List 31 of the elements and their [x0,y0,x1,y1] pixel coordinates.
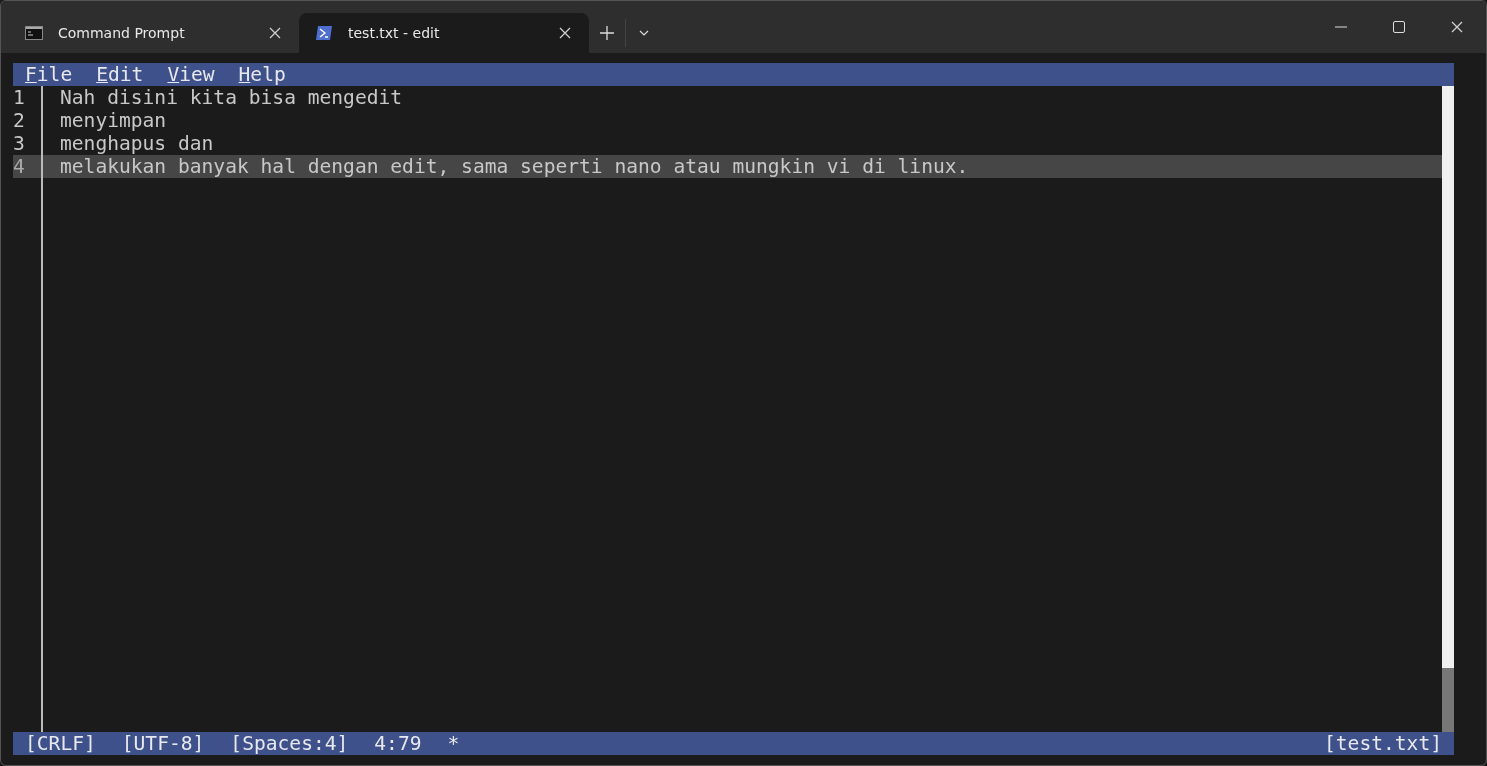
maximize-icon [1393,21,1405,33]
menu-item[interactable]: File [25,63,73,86]
tab-label: test.txt - edit [348,25,441,41]
chevron-down-icon [639,30,649,36]
close-icon [269,27,281,39]
line-number: 3 [13,132,25,155]
line-number: 2 [13,109,25,132]
text-line: Nah disini kita bisa mengedit [60,86,403,109]
line-number: 1 [13,86,25,109]
status-item: * [447,732,460,755]
menu-item[interactable]: Edit [96,63,144,86]
tab-label: Command Prompt [58,25,186,41]
close-icon [1451,21,1463,33]
text-line: menghapus dan [60,132,214,155]
tab[interactable]: test.txt - edit [299,13,589,53]
file-name: [test.txt] [1324,732,1442,755]
close-icon [559,27,571,39]
menu-item[interactable]: View [167,63,215,86]
terminal-icon [25,26,43,40]
tab[interactable]: Command Prompt [9,13,299,53]
line-number: 4 [13,155,25,178]
status-item: [Spaces:4] [230,732,349,755]
status-item: 4:79 [374,732,422,755]
status-item: [CRLF] [25,732,96,755]
text-line: menyimpan [60,109,167,132]
plus-icon [600,26,614,40]
menu-item[interactable]: Help [238,63,286,86]
status-item: [UTF-8] [121,732,205,755]
minimize-icon [1335,26,1347,28]
shell-icon [315,25,333,41]
text-line: melakukan banyak hal dengan edit, sama seperti nano atau mungkin vi di linux. [60,155,969,178]
